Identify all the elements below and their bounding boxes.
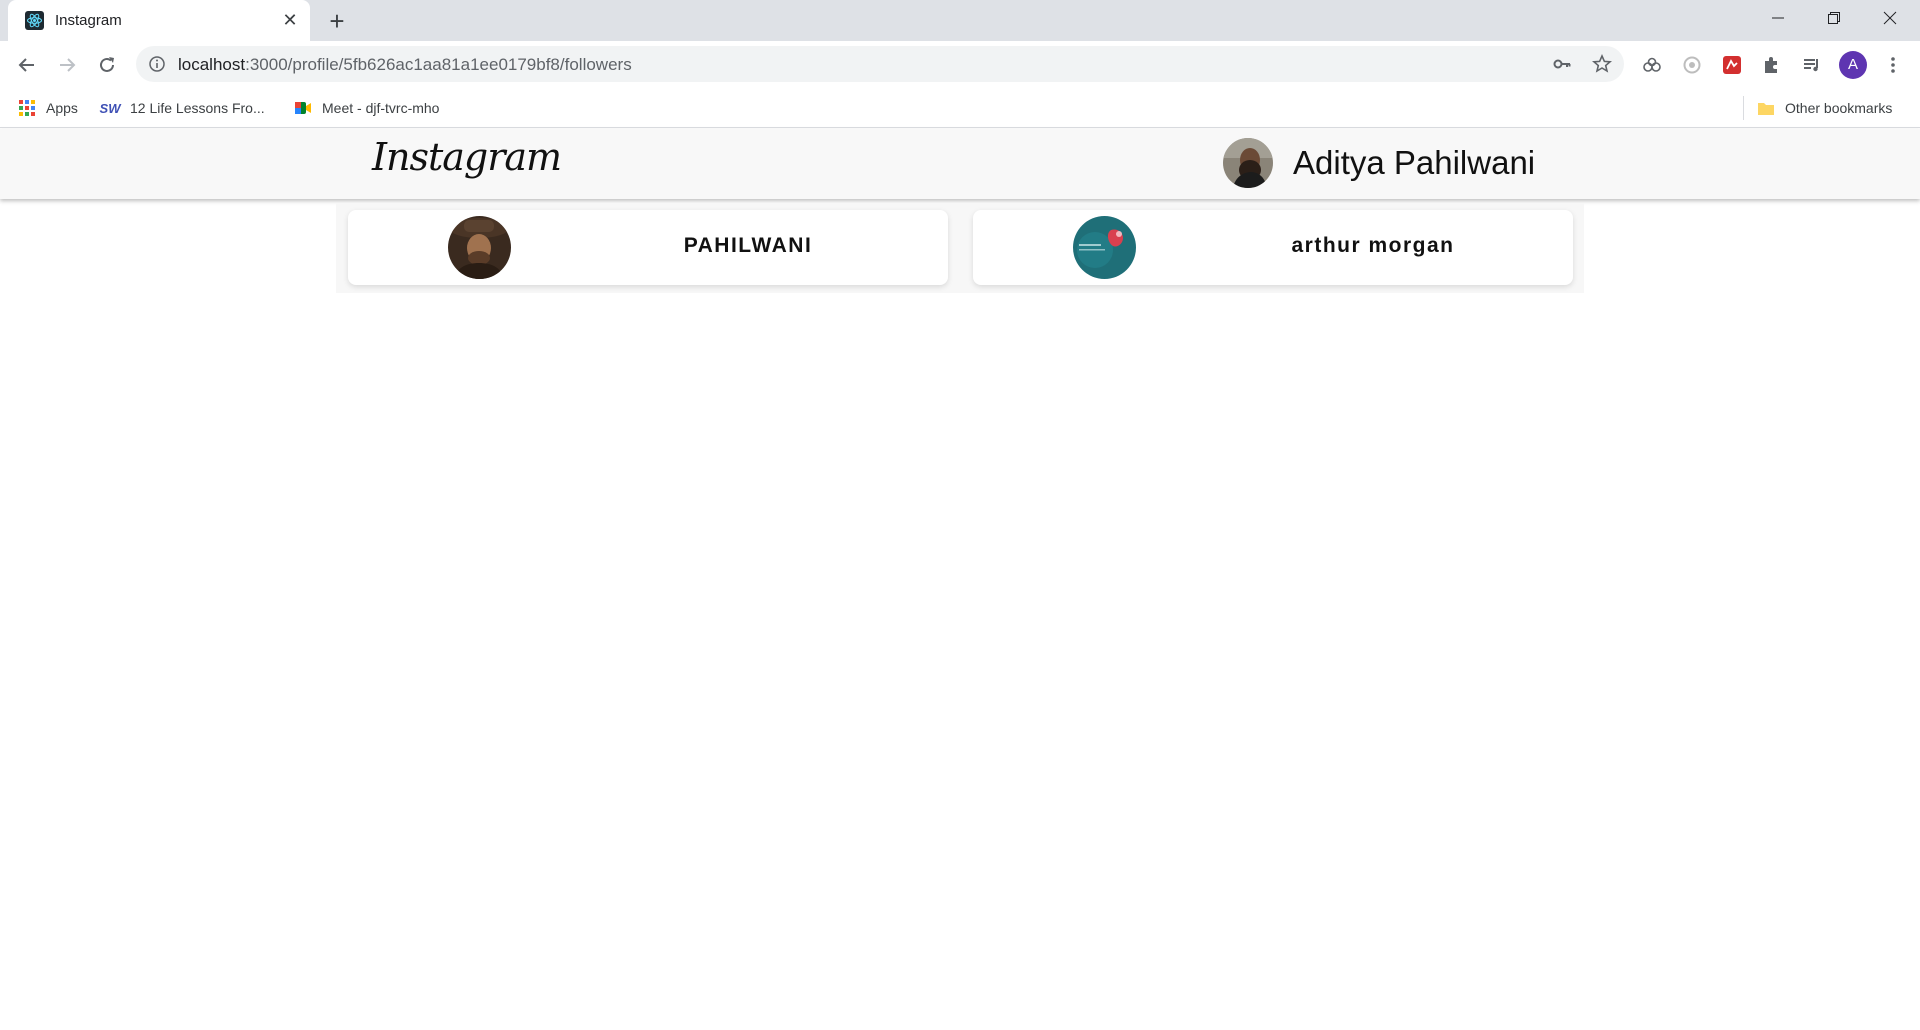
reload-icon — [100, 57, 114, 72]
new-tab-button[interactable]: + — [323, 7, 351, 35]
close-icon — [1883, 11, 1897, 25]
tab-strip: Instagram ✕ + — [0, 0, 1920, 41]
bookmark-apps-label: Apps — [46, 100, 78, 116]
forward-button[interactable] — [51, 49, 83, 81]
key-icon[interactable] — [1552, 54, 1572, 74]
bookmark-meet-label: Meet - djf-tvrc-mho — [322, 100, 440, 116]
star-icon[interactable] — [1592, 54, 1612, 74]
brand-logo[interactable]: Instagram — [372, 135, 562, 179]
current-user-avatar[interactable] — [1223, 138, 1273, 188]
sw-icon: SW — [99, 100, 121, 116]
minimize-icon — [1772, 17, 1784, 19]
bookmark-life-lessons-label: 12 Life Lessons Fro... — [130, 100, 265, 116]
reload-button[interactable] — [91, 49, 123, 81]
follower-card[interactable]: arthur morgan — [973, 210, 1573, 285]
bookmark-apps[interactable]: Apps — [18, 97, 78, 119]
follower-name[interactable]: arthur morgan — [1173, 234, 1573, 258]
extensions-puzzle-icon[interactable] — [1761, 54, 1783, 76]
teal-avatar[interactable] — [1073, 216, 1136, 279]
close-window-button[interactable] — [1862, 0, 1918, 36]
arrow-right-icon — [60, 58, 76, 72]
other-bookmarks[interactable]: Other bookmarks — [1757, 97, 1892, 119]
extension-cloud-icon[interactable] — [1641, 54, 1663, 76]
react-icon — [25, 11, 44, 30]
browser-tab[interactable]: Instagram ✕ — [8, 0, 310, 41]
cowboy-avatar[interactable] — [448, 216, 511, 279]
tab-title: Instagram — [55, 12, 122, 29]
extension-red-icon[interactable] — [1721, 54, 1743, 76]
folder-icon — [1757, 99, 1775, 117]
followers-list: PAHILWANI arthur morgan — [336, 203, 1584, 293]
bookmark-life-lessons[interactable]: SW 12 Life Lessons Fro... — [100, 97, 265, 119]
close-tab-icon[interactable]: ✕ — [280, 10, 300, 30]
bookmark-meet[interactable]: Meet - djf-tvrc-mho — [294, 97, 439, 119]
follower-name[interactable]: PAHILWANI — [548, 234, 948, 258]
minimize-button[interactable] — [1750, 0, 1806, 36]
profile-avatar-button[interactable]: A — [1839, 51, 1867, 79]
bookmarks-divider — [1743, 96, 1744, 120]
url-path: :3000/profile/5fb626ac1aa81a1ee0179bf8/f… — [245, 55, 632, 74]
media-queue-icon[interactable] — [1801, 54, 1823, 76]
address-bar[interactable]: localhost:3000/profile/5fb626ac1aa81a1ee… — [136, 46, 1624, 82]
info-icon[interactable] — [148, 55, 166, 73]
restore-icon — [1828, 12, 1840, 24]
bookmarks-bar: Apps SW 12 Life Lessons Fro... Meet - dj… — [0, 88, 1920, 128]
back-button[interactable] — [11, 49, 43, 81]
extension-timer-icon[interactable] — [1681, 54, 1703, 76]
meet-icon — [294, 99, 312, 117]
browser-toolbar: localhost:3000/profile/5fb626ac1aa81a1ee… — [0, 41, 1920, 88]
kebab-menu-icon[interactable] — [1882, 54, 1904, 76]
arrow-left-icon — [18, 58, 34, 72]
page-content: Instagram Aditya Pahilwani PAHILWANI art… — [0, 129, 1920, 1030]
url-text: localhost:3000/profile/5fb626ac1aa81a1ee… — [178, 55, 632, 75]
app-navbar: Instagram Aditya Pahilwani — [0, 129, 1920, 199]
other-bookmarks-label: Other bookmarks — [1785, 100, 1893, 116]
current-user-name[interactable]: Aditya Pahilwani — [1293, 144, 1535, 182]
url-host: localhost — [178, 55, 246, 74]
follower-card[interactable]: PAHILWANI — [348, 210, 948, 285]
restore-button[interactable] — [1806, 0, 1862, 36]
apps-grid-icon — [18, 99, 36, 117]
